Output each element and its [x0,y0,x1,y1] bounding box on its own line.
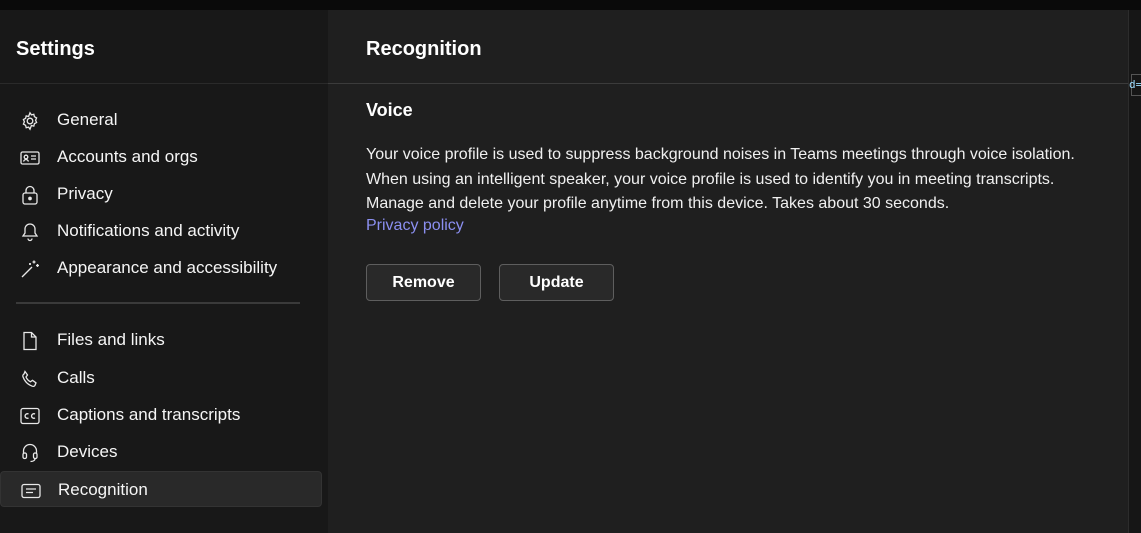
edge-text-fragment: d= [1129,78,1141,91]
recognition-icon [20,480,41,501]
closed-captions-icon [19,405,40,426]
page-title: Recognition [366,38,482,60]
magic-wand-icon [19,258,40,279]
main-content: Recognition Voice Your voice profile is … [328,10,1128,533]
sidebar-item-appearance[interactable]: Appearance and accessibility [0,250,322,286]
id-card-icon [19,147,40,168]
settings-sidebar: Settings General Accounts and orgs Priva… [0,10,328,533]
sidebar-item-privacy[interactable]: Privacy [0,176,322,212]
sidebar-item-label: Calls [57,368,95,387]
sidebar-item-label: Notifications and activity [57,221,240,240]
sidebar-item-label: Recognition [58,480,148,499]
document-icon [19,330,40,351]
sidebar-item-general[interactable]: General [0,102,322,138]
sidebar-item-label: Devices [57,442,118,461]
section-description: Your voice profile is used to suppress b… [366,146,1075,212]
sidebar-item-captions[interactable]: Captions and transcripts [0,397,322,433]
bell-icon [19,221,40,242]
gear-icon [19,110,40,131]
section-title: Voice [366,100,413,120]
nav-divider [16,302,300,304]
adjacent-window-edge: d= [1128,10,1141,533]
phone-icon [19,368,40,389]
top-bar [0,0,1141,10]
sidebar-item-label: Files and links [57,330,165,349]
remove-button[interactable]: Remove [366,264,481,301]
privacy-policy-link[interactable]: Privacy policy [366,217,464,235]
sidebar-item-recognition[interactable]: Recognition [0,471,322,507]
sidebar-item-label: Privacy [57,184,113,203]
update-button[interactable]: Update [499,264,614,301]
sidebar-item-label: Captions and transcripts [57,405,241,424]
sidebar-item-label: Accounts and orgs [57,147,198,166]
sidebar-item-files[interactable]: Files and links [0,322,322,358]
sidebar-title: Settings [16,38,95,60]
sidebar-item-notifications[interactable]: Notifications and activity [0,213,322,249]
sidebar-item-calls[interactable]: Calls [0,360,322,396]
sidebar-item-accounts[interactable]: Accounts and orgs [0,139,322,175]
headset-icon [19,442,40,463]
sidebar-item-devices[interactable]: Devices [0,434,322,470]
sidebar-item-label: Appearance and accessibility [57,258,278,277]
lock-icon [19,184,40,205]
sidebar-item-label: General [57,110,118,129]
